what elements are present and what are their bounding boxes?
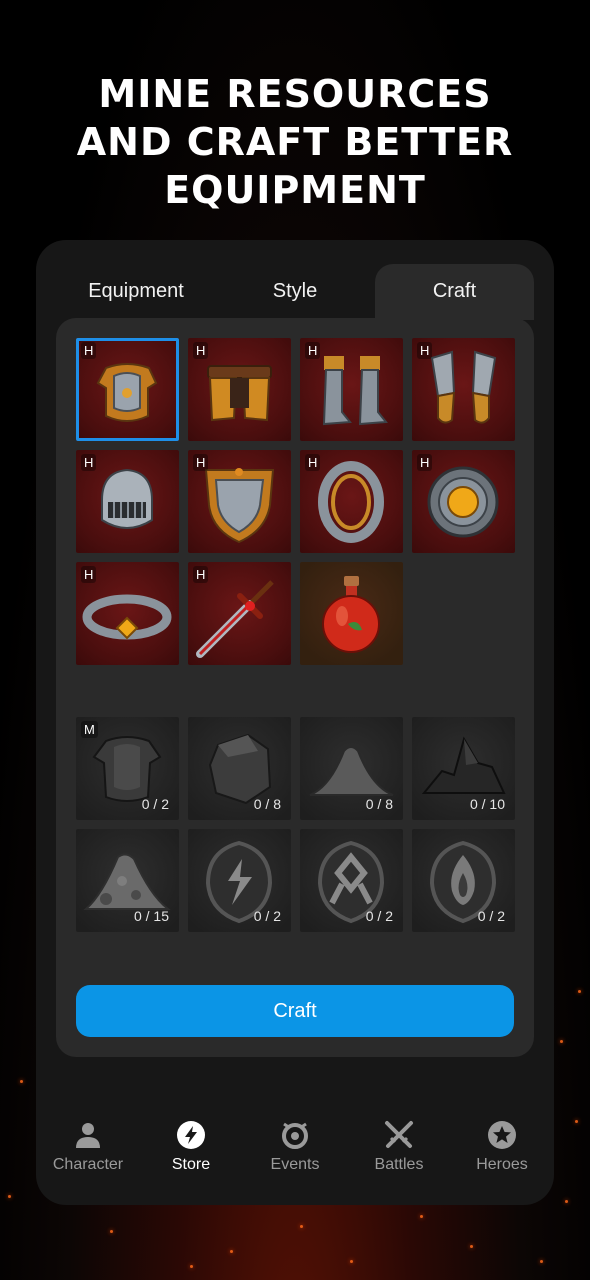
nav-item-store[interactable]: Store [139, 1120, 243, 1174]
resource-count: 0 / 8 [365, 796, 393, 812]
resource-count: 0 / 8 [253, 796, 281, 812]
rarity-badge: H [193, 342, 209, 359]
rarity-badge: H [81, 454, 97, 471]
resource-slot-sand[interactable]: 0 / 8 [300, 717, 403, 820]
equipment-slot-ring[interactable]: H [300, 450, 403, 553]
resource-slot-stone[interactable]: 0 / 8 [188, 717, 291, 820]
resource-count: 0 / 15 [133, 908, 169, 924]
rarity-badge: H [81, 566, 97, 583]
equipment-slot-helmet[interactable]: H [76, 450, 179, 553]
crossed-swords-icon [385, 1121, 413, 1148]
equipment-slot-potion[interactable] [300, 562, 403, 665]
tab-bar: Equipment Style Craft [56, 264, 534, 320]
rarity-badge: H [417, 342, 433, 359]
events-icon [282, 1122, 308, 1149]
equipment-slot-chestplate[interactable]: H [76, 338, 179, 441]
craft-panel: H H H H H H H H H H M 0 / 2 0 / 8 0 / 8 … [56, 318, 534, 1057]
rarity-badge: H [193, 454, 209, 471]
rarity-badge: H [193, 566, 209, 583]
nav-label-heroes: Heroes [476, 1156, 528, 1173]
tab-equipment[interactable]: Equipment [56, 264, 216, 320]
rarity-badge: M [81, 721, 98, 738]
equipment-slot-bracelet[interactable]: H [76, 562, 179, 665]
resource-count: 0 / 10 [469, 796, 505, 812]
nav-label-store: Store [171, 1156, 211, 1173]
potion-icon [322, 576, 380, 653]
nav-item-battles[interactable]: Battles [347, 1120, 451, 1174]
resource-count: 0 / 2 [253, 908, 281, 924]
resource-count: 0 / 2 [141, 796, 169, 812]
rarity-badge: H [305, 454, 321, 471]
rarity-badge: H [417, 454, 433, 471]
resource-count: 0 / 2 [365, 908, 393, 924]
resource-slot-coal[interactable]: 0 / 10 [412, 717, 515, 820]
equipment-slot-amulet[interactable]: H [412, 450, 515, 553]
equipment-slot-boots[interactable]: H [300, 338, 403, 441]
equipment-slot-leg-plates[interactable]: H [188, 338, 291, 441]
headline-line-3: EQUIPMENT [164, 168, 426, 212]
bottom-nav: Character Store Events Battles Heroes [36, 1120, 554, 1190]
resource-slot-dark-armor[interactable]: M 0 / 2 [76, 717, 179, 820]
nav-item-heroes[interactable]: Heroes [450, 1120, 554, 1174]
resource-slot-lightning-rune[interactable]: 0 / 2 [188, 829, 291, 932]
nav-item-events[interactable]: Events [243, 1120, 347, 1174]
app-screen: Equipment Style Craft H H H H H H H H H … [36, 240, 554, 1205]
nav-label-events: Events [270, 1156, 320, 1173]
promo-headline: MINE RESOURCES AND CRAFT BETTER EQUIPMEN… [0, 70, 590, 214]
tab-style[interactable]: Style [216, 264, 374, 320]
headline-line-1: MINE RESOURCES [98, 72, 492, 116]
person-icon [76, 1123, 100, 1148]
nav-label-character: Character [52, 1156, 124, 1173]
nav-item-character[interactable]: Character [36, 1120, 140, 1174]
resource-count: 0 / 2 [477, 908, 505, 924]
tab-craft[interactable]: Craft [375, 264, 534, 320]
equipment-slot-sword[interactable]: H [188, 562, 291, 665]
resource-slot-othala-rune[interactable]: 0 / 2 [300, 829, 403, 932]
resource-slot-fire-rune[interactable]: 0 / 2 [412, 829, 515, 932]
headline-line-2: AND CRAFT BETTER [76, 120, 514, 164]
craft-button[interactable]: Craft [76, 985, 514, 1037]
nav-label-battles: Battles [374, 1156, 424, 1173]
rarity-badge: H [305, 342, 321, 359]
equipment-slot-gauntlets[interactable]: H [412, 338, 515, 441]
equipment-slot-shield[interactable]: H [188, 450, 291, 553]
resource-slot-ore[interactable]: 0 / 15 [76, 829, 179, 932]
lightning-icon [177, 1121, 205, 1149]
star-icon [488, 1121, 516, 1149]
rarity-badge: H [81, 342, 97, 359]
